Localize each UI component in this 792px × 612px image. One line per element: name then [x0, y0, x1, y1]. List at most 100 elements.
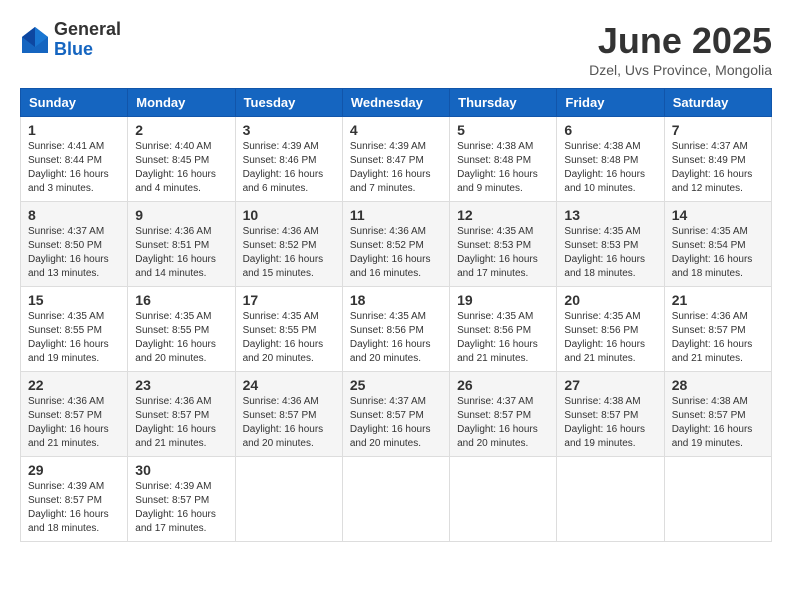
logo: General Blue — [20, 20, 121, 60]
day-cell — [557, 457, 664, 542]
day-info: Sunrise: 4:38 AM Sunset: 8:57 PM Dayligh… — [564, 395, 656, 451]
week-row-1: 1 Sunrise: 4:41 AM Sunset: 8:44 PM Dayli… — [21, 117, 772, 202]
day-cell: 8 Sunrise: 4:37 AM Sunset: 8:50 PM Dayli… — [21, 202, 128, 287]
day-number: 6 — [564, 122, 656, 138]
header-row: SundayMondayTuesdayWednesdayThursdayFrid… — [21, 89, 772, 117]
day-cell: 26 Sunrise: 4:37 AM Sunset: 8:57 PM Dayl… — [450, 372, 557, 457]
day-number: 30 — [135, 462, 227, 478]
day-cell: 11 Sunrise: 4:36 AM Sunset: 8:52 PM Dayl… — [342, 202, 449, 287]
day-number: 10 — [243, 207, 335, 223]
day-info: Sunrise: 4:35 AM Sunset: 8:56 PM Dayligh… — [564, 310, 656, 366]
day-number: 22 — [28, 377, 120, 393]
day-cell: 16 Sunrise: 4:35 AM Sunset: 8:55 PM Dayl… — [128, 287, 235, 372]
day-info: Sunrise: 4:37 AM Sunset: 8:57 PM Dayligh… — [350, 395, 442, 451]
day-number: 2 — [135, 122, 227, 138]
day-cell: 24 Sunrise: 4:36 AM Sunset: 8:57 PM Dayl… — [235, 372, 342, 457]
day-number: 26 — [457, 377, 549, 393]
day-cell: 23 Sunrise: 4:36 AM Sunset: 8:57 PM Dayl… — [128, 372, 235, 457]
day-info: Sunrise: 4:40 AM Sunset: 8:45 PM Dayligh… — [135, 140, 227, 196]
header-cell-tuesday: Tuesday — [235, 89, 342, 117]
day-info: Sunrise: 4:35 AM Sunset: 8:55 PM Dayligh… — [135, 310, 227, 366]
day-cell: 5 Sunrise: 4:38 AM Sunset: 8:48 PM Dayli… — [450, 117, 557, 202]
day-info: Sunrise: 4:37 AM Sunset: 8:50 PM Dayligh… — [28, 225, 120, 281]
week-row-3: 15 Sunrise: 4:35 AM Sunset: 8:55 PM Dayl… — [21, 287, 772, 372]
day-cell — [450, 457, 557, 542]
calendar-table: SundayMondayTuesdayWednesdayThursdayFrid… — [20, 88, 772, 542]
calendar-body: 1 Sunrise: 4:41 AM Sunset: 8:44 PM Dayli… — [21, 117, 772, 542]
day-cell: 13 Sunrise: 4:35 AM Sunset: 8:53 PM Dayl… — [557, 202, 664, 287]
day-number: 15 — [28, 292, 120, 308]
day-info: Sunrise: 4:36 AM Sunset: 8:57 PM Dayligh… — [243, 395, 335, 451]
day-cell: 9 Sunrise: 4:36 AM Sunset: 8:51 PM Dayli… — [128, 202, 235, 287]
day-number: 8 — [28, 207, 120, 223]
day-number: 18 — [350, 292, 442, 308]
day-info: Sunrise: 4:36 AM Sunset: 8:51 PM Dayligh… — [135, 225, 227, 281]
day-number: 16 — [135, 292, 227, 308]
day-number: 3 — [243, 122, 335, 138]
header-cell-saturday: Saturday — [664, 89, 771, 117]
day-info: Sunrise: 4:36 AM Sunset: 8:57 PM Dayligh… — [135, 395, 227, 451]
day-info: Sunrise: 4:36 AM Sunset: 8:57 PM Dayligh… — [672, 310, 764, 366]
day-cell: 2 Sunrise: 4:40 AM Sunset: 8:45 PM Dayli… — [128, 117, 235, 202]
day-info: Sunrise: 4:35 AM Sunset: 8:55 PM Dayligh… — [243, 310, 335, 366]
day-number: 11 — [350, 207, 442, 223]
day-number: 13 — [564, 207, 656, 223]
page-header: General Blue June 2025 Dzel, Uvs Provinc… — [20, 20, 772, 78]
day-info: Sunrise: 4:38 AM Sunset: 8:48 PM Dayligh… — [457, 140, 549, 196]
day-cell: 28 Sunrise: 4:38 AM Sunset: 8:57 PM Dayl… — [664, 372, 771, 457]
header-cell-friday: Friday — [557, 89, 664, 117]
day-info: Sunrise: 4:36 AM Sunset: 8:52 PM Dayligh… — [243, 225, 335, 281]
day-cell: 20 Sunrise: 4:35 AM Sunset: 8:56 PM Dayl… — [557, 287, 664, 372]
day-number: 25 — [350, 377, 442, 393]
day-number: 14 — [672, 207, 764, 223]
day-info: Sunrise: 4:35 AM Sunset: 8:56 PM Dayligh… — [457, 310, 549, 366]
header-cell-monday: Monday — [128, 89, 235, 117]
day-cell: 29 Sunrise: 4:39 AM Sunset: 8:57 PM Dayl… — [21, 457, 128, 542]
logo-icon — [20, 25, 50, 55]
calendar-header: SundayMondayTuesdayWednesdayThursdayFrid… — [21, 89, 772, 117]
day-info: Sunrise: 4:39 AM Sunset: 8:57 PM Dayligh… — [135, 480, 227, 536]
day-cell: 17 Sunrise: 4:35 AM Sunset: 8:55 PM Dayl… — [235, 287, 342, 372]
day-info: Sunrise: 4:36 AM Sunset: 8:52 PM Dayligh… — [350, 225, 442, 281]
week-row-4: 22 Sunrise: 4:36 AM Sunset: 8:57 PM Dayl… — [21, 372, 772, 457]
day-number: 7 — [672, 122, 764, 138]
day-cell: 22 Sunrise: 4:36 AM Sunset: 8:57 PM Dayl… — [21, 372, 128, 457]
day-cell: 15 Sunrise: 4:35 AM Sunset: 8:55 PM Dayl… — [21, 287, 128, 372]
day-cell — [342, 457, 449, 542]
day-cell: 7 Sunrise: 4:37 AM Sunset: 8:49 PM Dayli… — [664, 117, 771, 202]
day-info: Sunrise: 4:35 AM Sunset: 8:55 PM Dayligh… — [28, 310, 120, 366]
day-info: Sunrise: 4:37 AM Sunset: 8:57 PM Dayligh… — [457, 395, 549, 451]
day-number: 24 — [243, 377, 335, 393]
day-number: 4 — [350, 122, 442, 138]
day-number: 23 — [135, 377, 227, 393]
day-info: Sunrise: 4:37 AM Sunset: 8:49 PM Dayligh… — [672, 140, 764, 196]
day-info: Sunrise: 4:39 AM Sunset: 8:46 PM Dayligh… — [243, 140, 335, 196]
week-row-5: 29 Sunrise: 4:39 AM Sunset: 8:57 PM Dayl… — [21, 457, 772, 542]
day-number: 17 — [243, 292, 335, 308]
day-number: 12 — [457, 207, 549, 223]
day-number: 29 — [28, 462, 120, 478]
main-title: June 2025 — [589, 20, 772, 62]
day-cell: 1 Sunrise: 4:41 AM Sunset: 8:44 PM Dayli… — [21, 117, 128, 202]
day-number: 9 — [135, 207, 227, 223]
day-cell: 6 Sunrise: 4:38 AM Sunset: 8:48 PM Dayli… — [557, 117, 664, 202]
day-info: Sunrise: 4:35 AM Sunset: 8:53 PM Dayligh… — [564, 225, 656, 281]
day-cell: 30 Sunrise: 4:39 AM Sunset: 8:57 PM Dayl… — [128, 457, 235, 542]
title-area: June 2025 Dzel, Uvs Province, Mongolia — [589, 20, 772, 78]
week-row-2: 8 Sunrise: 4:37 AM Sunset: 8:50 PM Dayli… — [21, 202, 772, 287]
day-cell: 12 Sunrise: 4:35 AM Sunset: 8:53 PM Dayl… — [450, 202, 557, 287]
day-info: Sunrise: 4:35 AM Sunset: 8:53 PM Dayligh… — [457, 225, 549, 281]
day-cell: 21 Sunrise: 4:36 AM Sunset: 8:57 PM Dayl… — [664, 287, 771, 372]
day-number: 5 — [457, 122, 549, 138]
day-cell: 19 Sunrise: 4:35 AM Sunset: 8:56 PM Dayl… — [450, 287, 557, 372]
day-cell: 25 Sunrise: 4:37 AM Sunset: 8:57 PM Dayl… — [342, 372, 449, 457]
day-info: Sunrise: 4:35 AM Sunset: 8:54 PM Dayligh… — [672, 225, 764, 281]
day-cell: 27 Sunrise: 4:38 AM Sunset: 8:57 PM Dayl… — [557, 372, 664, 457]
day-cell: 3 Sunrise: 4:39 AM Sunset: 8:46 PM Dayli… — [235, 117, 342, 202]
header-cell-sunday: Sunday — [21, 89, 128, 117]
header-cell-thursday: Thursday — [450, 89, 557, 117]
day-info: Sunrise: 4:39 AM Sunset: 8:47 PM Dayligh… — [350, 140, 442, 196]
day-number: 28 — [672, 377, 764, 393]
day-cell: 14 Sunrise: 4:35 AM Sunset: 8:54 PM Dayl… — [664, 202, 771, 287]
day-number: 20 — [564, 292, 656, 308]
